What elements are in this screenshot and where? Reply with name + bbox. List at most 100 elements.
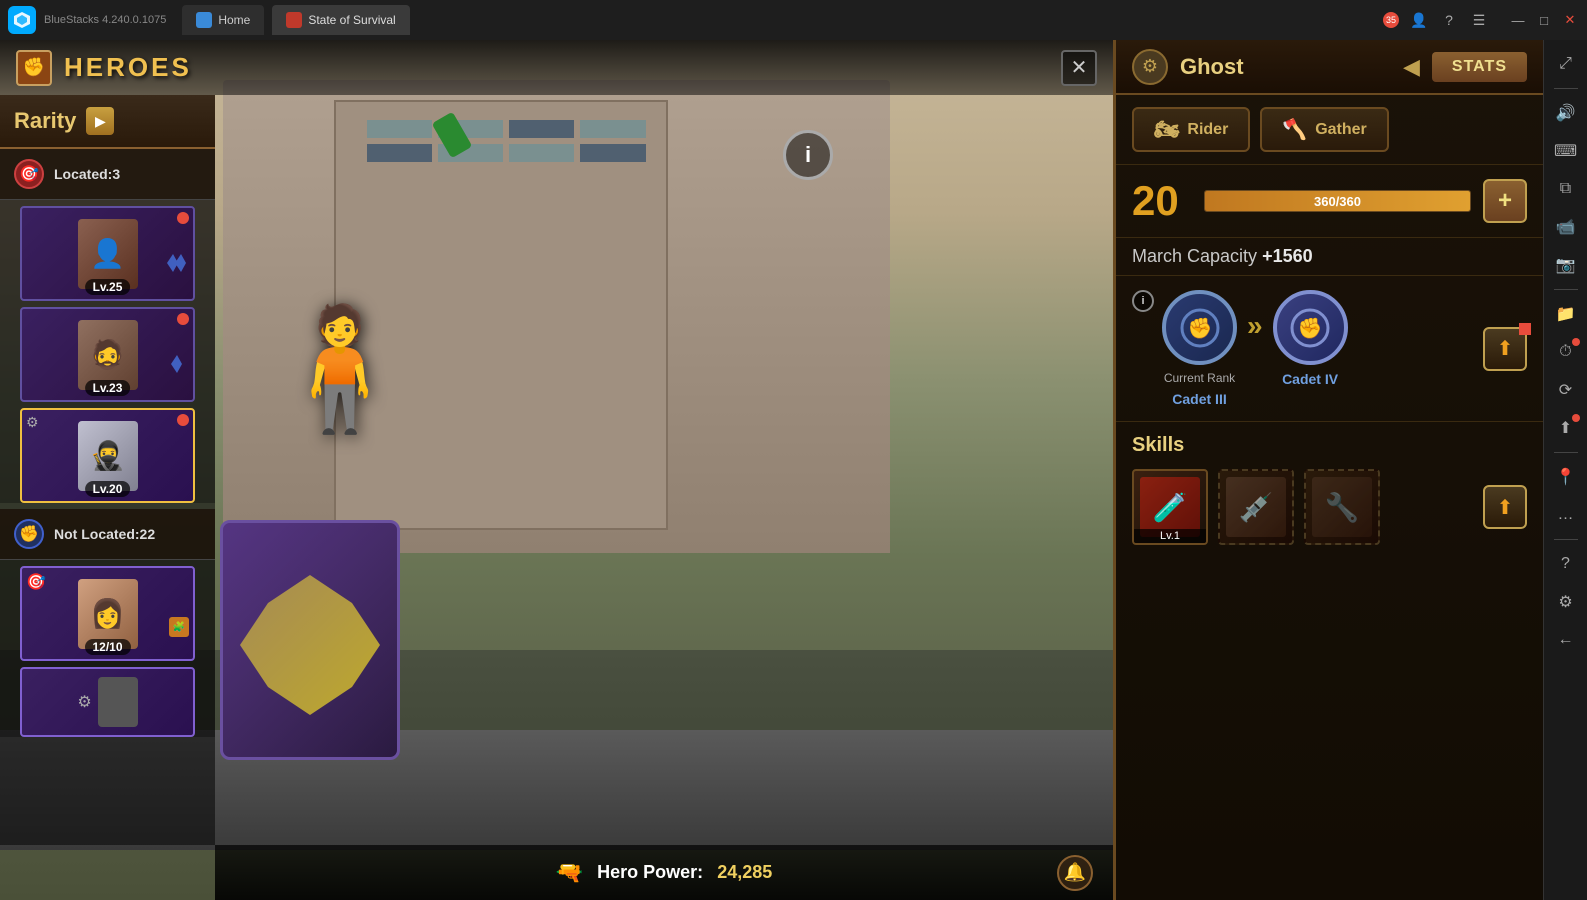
located-label: Located:3 (54, 166, 120, 182)
hero-card-5[interactable]: ⚙ (20, 667, 195, 737)
tab-home[interactable]: Home (182, 5, 264, 35)
stats-header: ⚙ Ghost ◀ STATS (1116, 40, 1543, 95)
sidebar-divider-2 (1554, 289, 1578, 290)
folder-icon[interactable]: 📁 (1550, 298, 1582, 330)
not-located-section: ✊ Not Located:22 🎯 👩 🧩 12/10 (0, 509, 215, 737)
hero-1-rank (167, 254, 189, 277)
hero-list-panel: Rarity ▶ 🎯 Located:3 👤 (0, 95, 215, 845)
hero-card-ghost[interactable]: ⚙ 🥷 Lv.20 (20, 408, 195, 503)
skill-up-button[interactable]: ⬆ (1483, 485, 1527, 529)
rarity-filter[interactable]: Rarity ▶ (0, 95, 215, 149)
rarity-label: Rarity (14, 108, 76, 134)
not-located-label: Not Located:22 (54, 526, 155, 542)
hero-card-1[interactable]: 👤 Lv.25 (20, 206, 195, 301)
current-rank-icon: ✊ (1162, 290, 1237, 365)
stats-tab[interactable]: STATS (1432, 52, 1527, 82)
march-capacity-value: +1560 (1262, 246, 1313, 266)
hero-4-aim-icon: 🎯 (26, 572, 46, 592)
app-window: BlueStacks 4.240.0.1075 Home State of Su… (0, 0, 1587, 900)
window-controls: — □ ✕ (1509, 11, 1579, 29)
level-up-button[interactable]: + (1483, 179, 1527, 223)
hero-2-red-dot (177, 313, 189, 325)
volume-icon[interactable]: 🔊 (1550, 97, 1582, 129)
info-button[interactable]: i (783, 130, 833, 180)
hero-5-settings: ⚙ (77, 677, 137, 727)
xp-bar-wrapper: 360/360 (1204, 190, 1471, 212)
ghost-gear-icon: ⚙ (1132, 49, 1168, 85)
titlebar: BlueStacks 4.240.0.1075 Home State of Su… (0, 0, 1587, 40)
help-icon[interactable]: ? (1550, 548, 1582, 580)
rank-up-badge (1519, 323, 1531, 335)
hero-card-2[interactable]: 🧔 Lv.23 (20, 307, 195, 402)
minimize-btn[interactable]: — (1509, 11, 1527, 29)
xp-text: 360/360 (1204, 190, 1471, 212)
home-tab-label: Home (218, 13, 250, 27)
stats-nav-left-btn[interactable]: ◀ (1403, 54, 1420, 80)
skill-slot-1[interactable]: 🧪 Lv.1 (1132, 469, 1208, 545)
skill-slot-3[interactable]: 🔧 (1304, 469, 1380, 545)
next-rank-icon: ✊ (1273, 290, 1348, 365)
next-rank-name: Cadet IV (1282, 371, 1338, 387)
tab-game[interactable]: State of Survival (272, 5, 409, 35)
rank-up-button[interactable]: ⬆ (1483, 327, 1527, 371)
close-heroes-button[interactable]: ✕ (1061, 50, 1097, 86)
svg-text:✊: ✊ (1298, 317, 1323, 340)
hero-1-level: Lv.25 (85, 279, 131, 295)
keyboard-icon[interactable]: ⌨ (1550, 135, 1582, 167)
skills-title: Skills (1132, 434, 1527, 457)
account-icon[interactable]: 👤 (1409, 10, 1429, 30)
bs-version: BlueStacks 4.240.0.1075 (44, 14, 166, 26)
sync-icon[interactable]: ⟳ (1550, 374, 1582, 406)
skill-slot-2[interactable]: 💉 (1218, 469, 1294, 545)
menu-icon[interactable]: ☰ (1469, 10, 1489, 30)
upload-icon[interactable]: ⬆ (1550, 412, 1582, 444)
skill-3-icon: 🔧 (1306, 471, 1378, 543)
rank-progress-arrows: » (1247, 310, 1263, 342)
game-tab-icon (286, 12, 302, 28)
location-icon[interactable]: 📍 (1550, 461, 1582, 493)
expand-icon[interactable]: ⤢ (1550, 48, 1582, 80)
rank-info-btn[interactable]: i (1132, 290, 1154, 312)
screenshot-icon[interactable]: 📷 (1550, 249, 1582, 281)
settings-icon[interactable]: ⚙ (1550, 586, 1582, 618)
notification-count[interactable]: 35 (1383, 12, 1399, 28)
gather-label: Gather (1315, 121, 1367, 139)
skills-section: Skills 🧪 Lv.1 💉 (1116, 422, 1543, 900)
hero-power-label: Hero Power: (597, 862, 703, 883)
skill-2-icon: 💉 (1220, 471, 1292, 543)
gather-icon: 🪓 (1282, 117, 1307, 142)
role-tabs: 🏍 Rider 🪓 Gather (1116, 95, 1543, 165)
help-icon[interactable]: ? (1439, 10, 1459, 30)
gather-tab[interactable]: 🪓 Gather (1260, 107, 1388, 152)
hero-4-puzzle: 🧩 (169, 617, 189, 637)
march-capacity-label: March Capacity (1132, 246, 1257, 266)
located-icon: 🎯 (14, 159, 44, 189)
right-sidebar: ⤢ 🔊 ⌨ ⧉ 📹 📷 📁 ⏱ ⟳ ⬆ 📍 … ? ⚙ ← (1543, 40, 1587, 900)
close-btn[interactable]: ✕ (1561, 11, 1579, 29)
thrown-object (440, 115, 464, 155)
titlebar-right: 35 👤 ? ☰ — □ ✕ (1383, 10, 1579, 30)
timer-icon[interactable]: ⏱ (1550, 336, 1582, 368)
skills-grid: 🧪 Lv.1 💉 🔧 (1132, 469, 1527, 545)
rider-tab[interactable]: 🏍 Rider (1132, 107, 1250, 152)
rarity-arrow-btn[interactable]: ▶ (86, 107, 114, 135)
maximize-btn[interactable]: □ (1535, 11, 1553, 29)
hero-1-red-dot (177, 212, 189, 224)
more-icon[interactable]: … (1550, 499, 1582, 531)
back-icon[interactable]: ← (1550, 624, 1582, 656)
current-rank-name: Cadet III (1172, 391, 1226, 407)
rank-up-arrow-icon: ⬆ (1497, 336, 1514, 361)
notification-bell-btn[interactable]: 🔔 (1057, 855, 1093, 891)
video-record-icon[interactable]: 📹 (1550, 211, 1582, 243)
graffiti-barrel (220, 520, 420, 780)
hero-card-4[interactable]: 🎯 👩 🧩 12/10 (20, 566, 195, 661)
home-tab-icon (196, 12, 212, 28)
sidebar-divider-4 (1554, 539, 1578, 540)
bluestacks-logo (8, 6, 36, 34)
sidebar-divider-1 (1554, 88, 1578, 89)
rider-label: Rider (1187, 121, 1228, 139)
skill-1-level: Lv.1 (1134, 529, 1206, 543)
level-section: 20 360/360 + (1116, 165, 1543, 238)
copy-icon[interactable]: ⧉ (1550, 173, 1582, 205)
rank-arrows: » (1247, 310, 1263, 342)
